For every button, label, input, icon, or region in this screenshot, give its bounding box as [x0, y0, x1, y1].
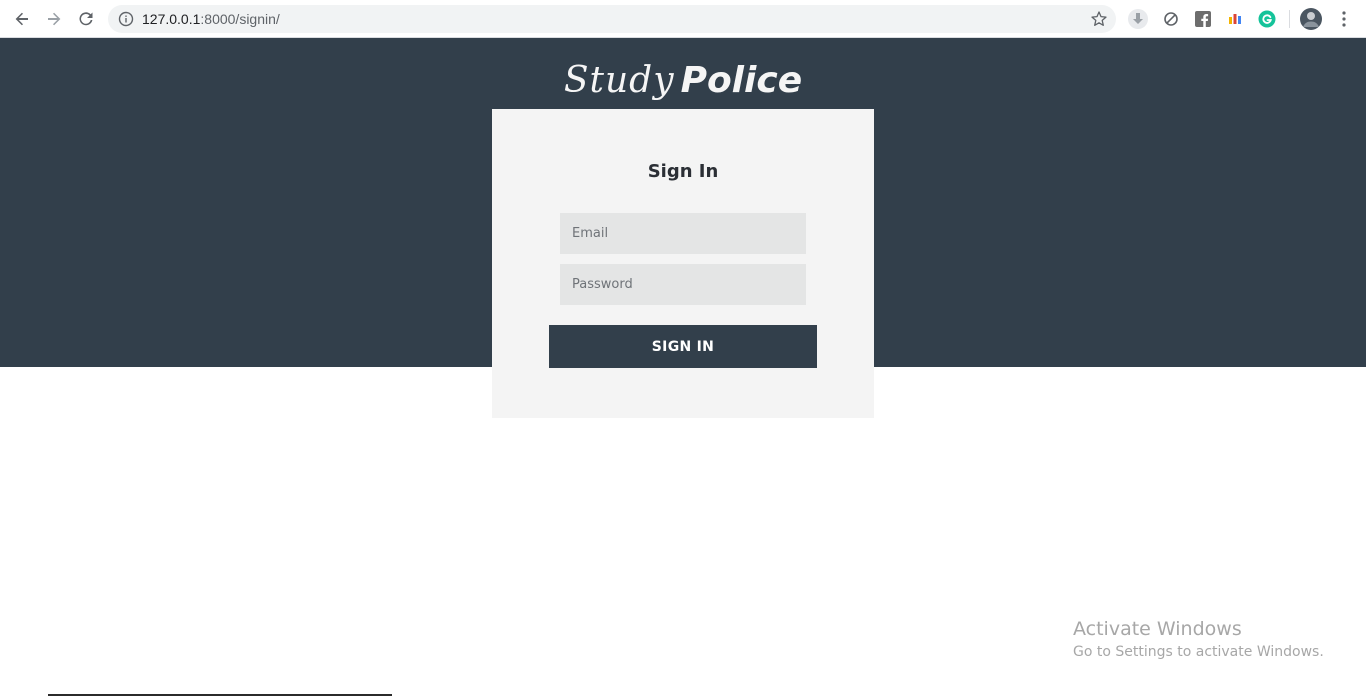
forward-icon[interactable] [42, 7, 66, 31]
signin-button[interactable]: SIGN IN [549, 325, 817, 368]
facebook-icon[interactable] [1192, 8, 1214, 30]
back-icon[interactable] [10, 7, 34, 31]
site-logo[interactable]: Study Police [0, 58, 1366, 103]
star-icon[interactable] [1090, 10, 1108, 28]
watermark-subtitle: Go to Settings to activate Windows. [1073, 644, 1324, 660]
grammarly-icon[interactable] [1256, 8, 1278, 30]
logo-word-police: Police [680, 60, 803, 101]
watermark-title: Activate Windows [1073, 618, 1242, 640]
reload-icon[interactable] [74, 7, 98, 31]
address-bar[interactable]: 127.0.0.1:8000/signin/ [108, 5, 1116, 33]
signin-title: Sign In [647, 161, 719, 182]
chart-icon[interactable] [1224, 8, 1246, 30]
signin-card: Sign In SIGN IN [492, 109, 874, 418]
email-field[interactable] [560, 213, 806, 254]
activate-windows-watermark: Activate Windows Go to Settings to activ… [1073, 618, 1324, 663]
avatar[interactable] [1300, 8, 1322, 30]
browser-toolbar: 127.0.0.1:8000/signin/ [0, 0, 1366, 38]
block-icon[interactable] [1160, 8, 1182, 30]
url-path: :8000/signin/ [200, 11, 280, 27]
toolbar-divider [1289, 10, 1290, 28]
url-text: 127.0.0.1:8000/signin/ [142, 11, 280, 27]
password-field[interactable] [560, 264, 806, 305]
url-host: 127.0.0.1 [142, 11, 201, 27]
menu-icon[interactable] [1333, 8, 1355, 30]
download-icon[interactable] [1127, 8, 1149, 30]
logo-word-study: Study [563, 60, 675, 101]
info-icon[interactable] [118, 11, 134, 27]
